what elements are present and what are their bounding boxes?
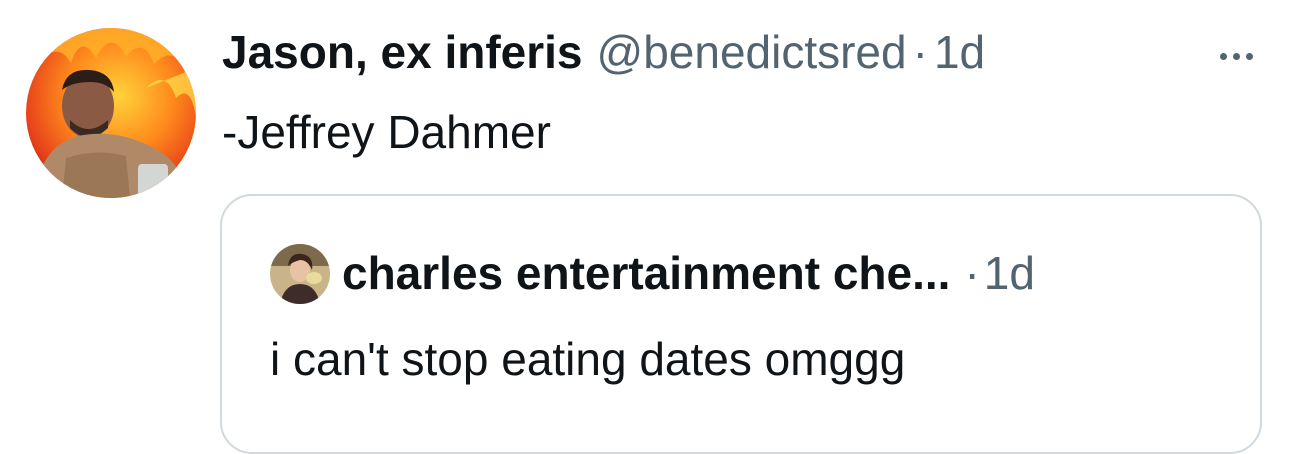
tweet[interactable]: Jason, ex inferis @benedictsred · 1d -Je… bbox=[0, 0, 1290, 454]
author-handle[interactable]: @benedictsred bbox=[597, 22, 907, 82]
author-display-name[interactable]: Jason, ex inferis bbox=[222, 22, 583, 82]
more-options-button[interactable] bbox=[1208, 34, 1264, 78]
user-avatar[interactable] bbox=[26, 28, 196, 198]
more-dot-icon bbox=[1232, 52, 1240, 60]
more-dot-icon bbox=[1219, 52, 1227, 60]
avatar-image bbox=[26, 28, 196, 198]
tweet-timestamp[interactable]: 1d bbox=[934, 22, 985, 82]
tweet-text: -Jeffrey Dahmer bbox=[222, 106, 551, 158]
quoted-tweet-text: i can't stop eating dates omggg bbox=[270, 333, 906, 385]
more-dot-icon bbox=[1245, 52, 1253, 60]
quoted-author-display-name[interactable]: charles entertainment che... bbox=[342, 242, 950, 304]
quoted-tweet-card[interactable]: charles entertainment che... · 1d i can'… bbox=[220, 194, 1262, 454]
quoted-tweet-timestamp[interactable]: 1d bbox=[984, 242, 1035, 304]
separator-dot: · bbox=[964, 247, 980, 299]
quoted-tweet-header: charles entertainment che... · 1d bbox=[342, 242, 1035, 304]
quoted-user-avatar[interactable] bbox=[270, 244, 330, 304]
quoted-avatar-image bbox=[270, 244, 330, 304]
separator-dot: · bbox=[912, 26, 928, 78]
tweet-header: Jason, ex inferis @benedictsred · 1d bbox=[222, 22, 985, 82]
